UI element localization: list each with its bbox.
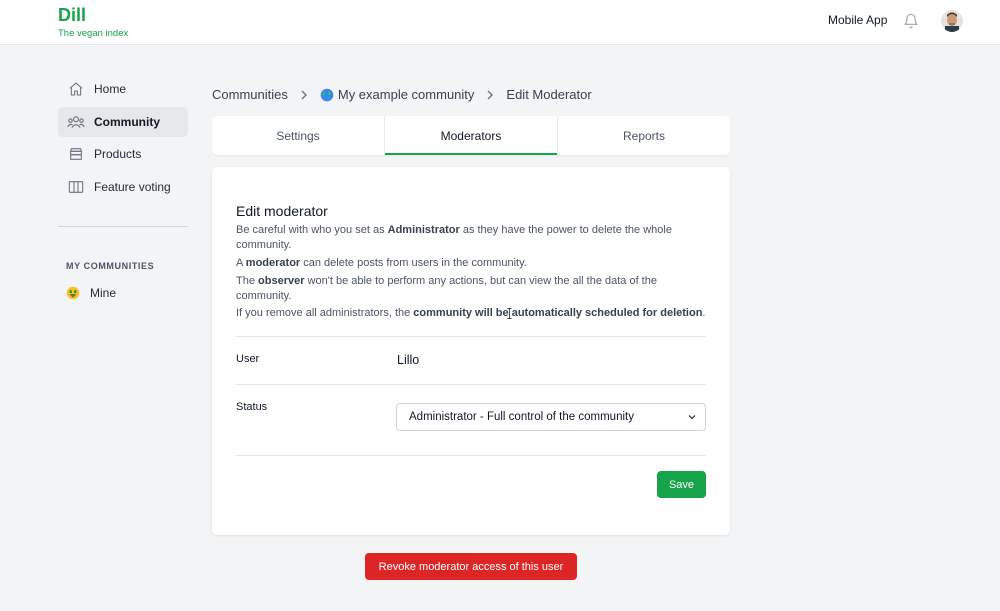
- divider: [236, 384, 706, 385]
- tabs: Settings Moderators Reports: [212, 116, 730, 155]
- sidebar-item-label: Home: [94, 82, 127, 96]
- sidebar-item-products[interactable]: Products: [58, 139, 188, 169]
- user-label: User: [236, 353, 260, 365]
- user-value: Lillo: [397, 353, 420, 367]
- sidebar-item-label: Community: [94, 115, 160, 129]
- text-cursor-icon: [507, 308, 512, 319]
- tab-settings[interactable]: Settings: [212, 116, 384, 155]
- chevron-right-icon: [486, 90, 494, 100]
- sidebar-item-community[interactable]: Community: [58, 107, 188, 137]
- status-select[interactable]: Administrator - Full control of the comm…: [396, 403, 706, 431]
- community-label: Mine: [90, 286, 117, 300]
- description-moderator: A moderator can delete posts from users …: [236, 257, 527, 269]
- sidebar-community-mine[interactable]: Mine: [66, 286, 116, 300]
- description-observer: The observer won't be able to perform an…: [236, 275, 657, 302]
- columns-icon: [62, 179, 90, 195]
- description-administrator: Be careful with who you set as Administr…: [236, 224, 672, 251]
- my-communities-heading: MY COMMUNITIES: [66, 261, 155, 271]
- mobile-app-link[interactable]: Mobile App: [828, 13, 887, 27]
- breadcrumb-current: Edit Moderator: [506, 87, 592, 102]
- divider: [236, 455, 706, 456]
- sidebar-item-label: Products: [94, 147, 142, 161]
- breadcrumb-community[interactable]: My example community: [338, 87, 475, 102]
- status-select-value: Administrator - Full control of the comm…: [409, 411, 634, 423]
- edit-moderator-card: Edit moderator Be careful with who you s…: [212, 167, 730, 535]
- sidebar-item-label: Feature voting: [94, 180, 171, 194]
- description-deletion-warning: If you remove all administrators, the co…: [236, 307, 706, 319]
- globe-icon: [320, 88, 334, 101]
- box-icon: [62, 146, 90, 162]
- sidebar-divider: [58, 226, 188, 227]
- brand-subtitle: The vegan index: [58, 28, 129, 39]
- breadcrumb-communities[interactable]: Communities: [212, 87, 288, 102]
- tab-reports[interactable]: Reports: [558, 116, 730, 155]
- users-icon: [62, 114, 90, 130]
- breadcrumb: Communities My example community Edit Mo…: [212, 87, 592, 102]
- bell-icon[interactable]: [903, 12, 919, 30]
- chevron-down-icon: [688, 415, 696, 420]
- brand-title[interactable]: Dill: [58, 5, 86, 26]
- chevron-right-icon: [300, 90, 308, 100]
- tab-moderators[interactable]: Moderators: [385, 116, 557, 155]
- top-bar: Dill The vegan index Mobile App: [0, 0, 1000, 45]
- card-title: Edit moderator: [236, 203, 328, 219]
- divider: [236, 336, 706, 337]
- revoke-moderator-button[interactable]: Revoke moderator access of this user: [365, 553, 577, 580]
- sidebar-item-home[interactable]: Home: [58, 74, 188, 104]
- money-face-emoji: [66, 286, 80, 300]
- home-icon: [62, 81, 90, 97]
- user-avatar[interactable]: [941, 10, 963, 32]
- sidebar-item-feature-voting[interactable]: Feature voting: [58, 172, 188, 202]
- status-label: Status: [236, 401, 268, 413]
- save-button[interactable]: Save: [657, 471, 706, 498]
